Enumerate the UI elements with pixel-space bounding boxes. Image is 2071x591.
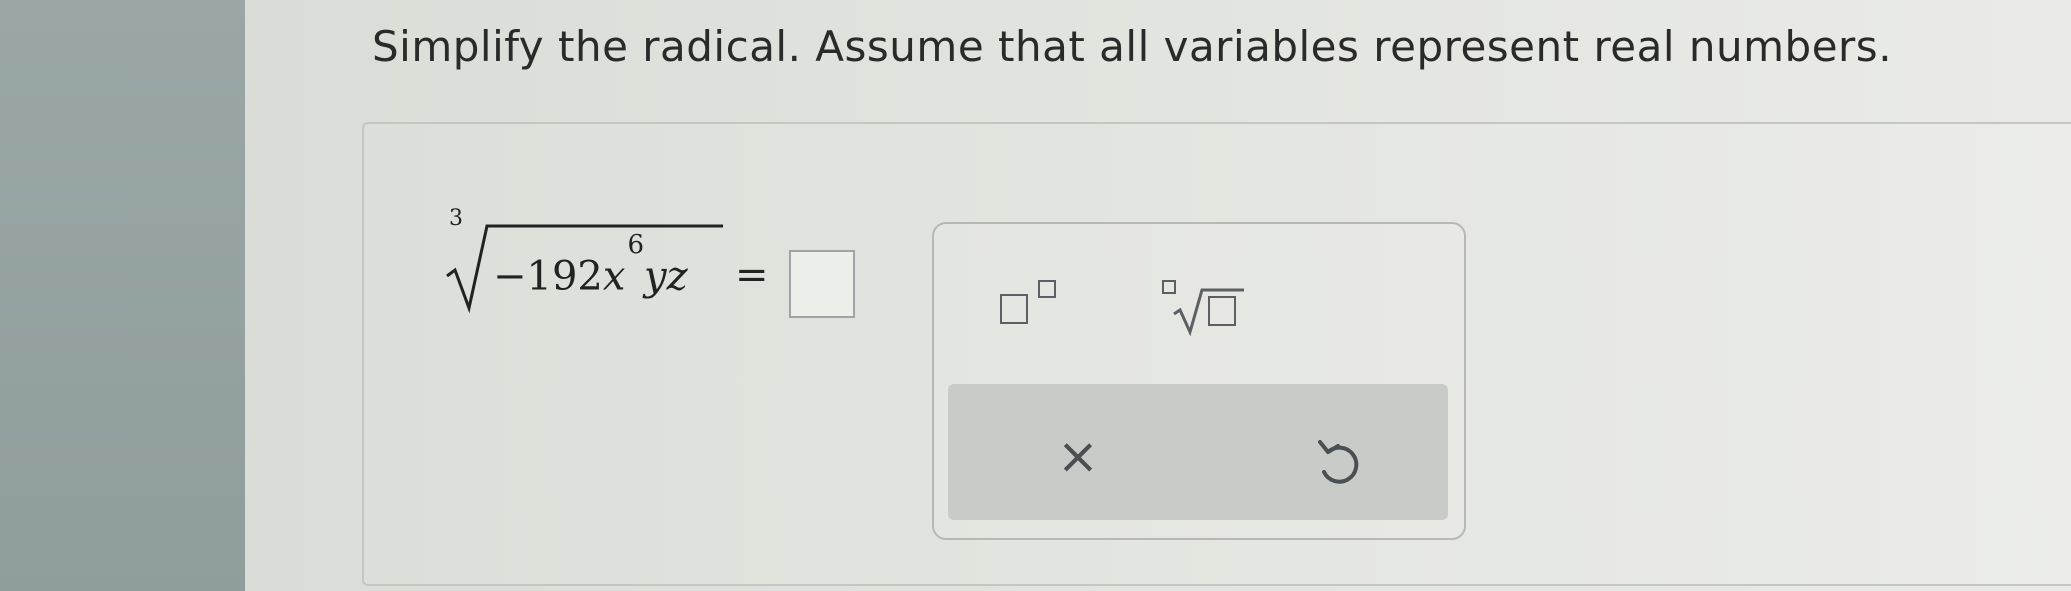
variable-x: x [602,253,626,300]
clear-button[interactable]: × [1048,426,1108,486]
clear-icon: × [1057,427,1099,485]
undo-button[interactable] [1308,434,1368,494]
variables-yz: yz [643,253,688,300]
nth-root-template-button[interactable] [1156,272,1256,336]
question-prompt: Simplify the radical. Assume that all va… [372,22,1893,71]
exponent-template-icon [1000,294,1028,324]
radicand-slot [1208,296,1236,326]
answer-input-box[interactable] [789,250,855,318]
x-exponent: 6 [627,230,644,260]
math-palette: × [932,222,1466,540]
equals-sign: = [735,252,769,298]
action-bar: × [948,384,1448,520]
left-background-strip [0,0,245,591]
undo-icon [1318,440,1359,484]
radicand: −192x6yz [493,230,688,300]
exponent-template-button[interactable] [994,272,1074,336]
coefficient: −192 [493,253,603,300]
exponent-superscript-slot [1038,280,1056,298]
